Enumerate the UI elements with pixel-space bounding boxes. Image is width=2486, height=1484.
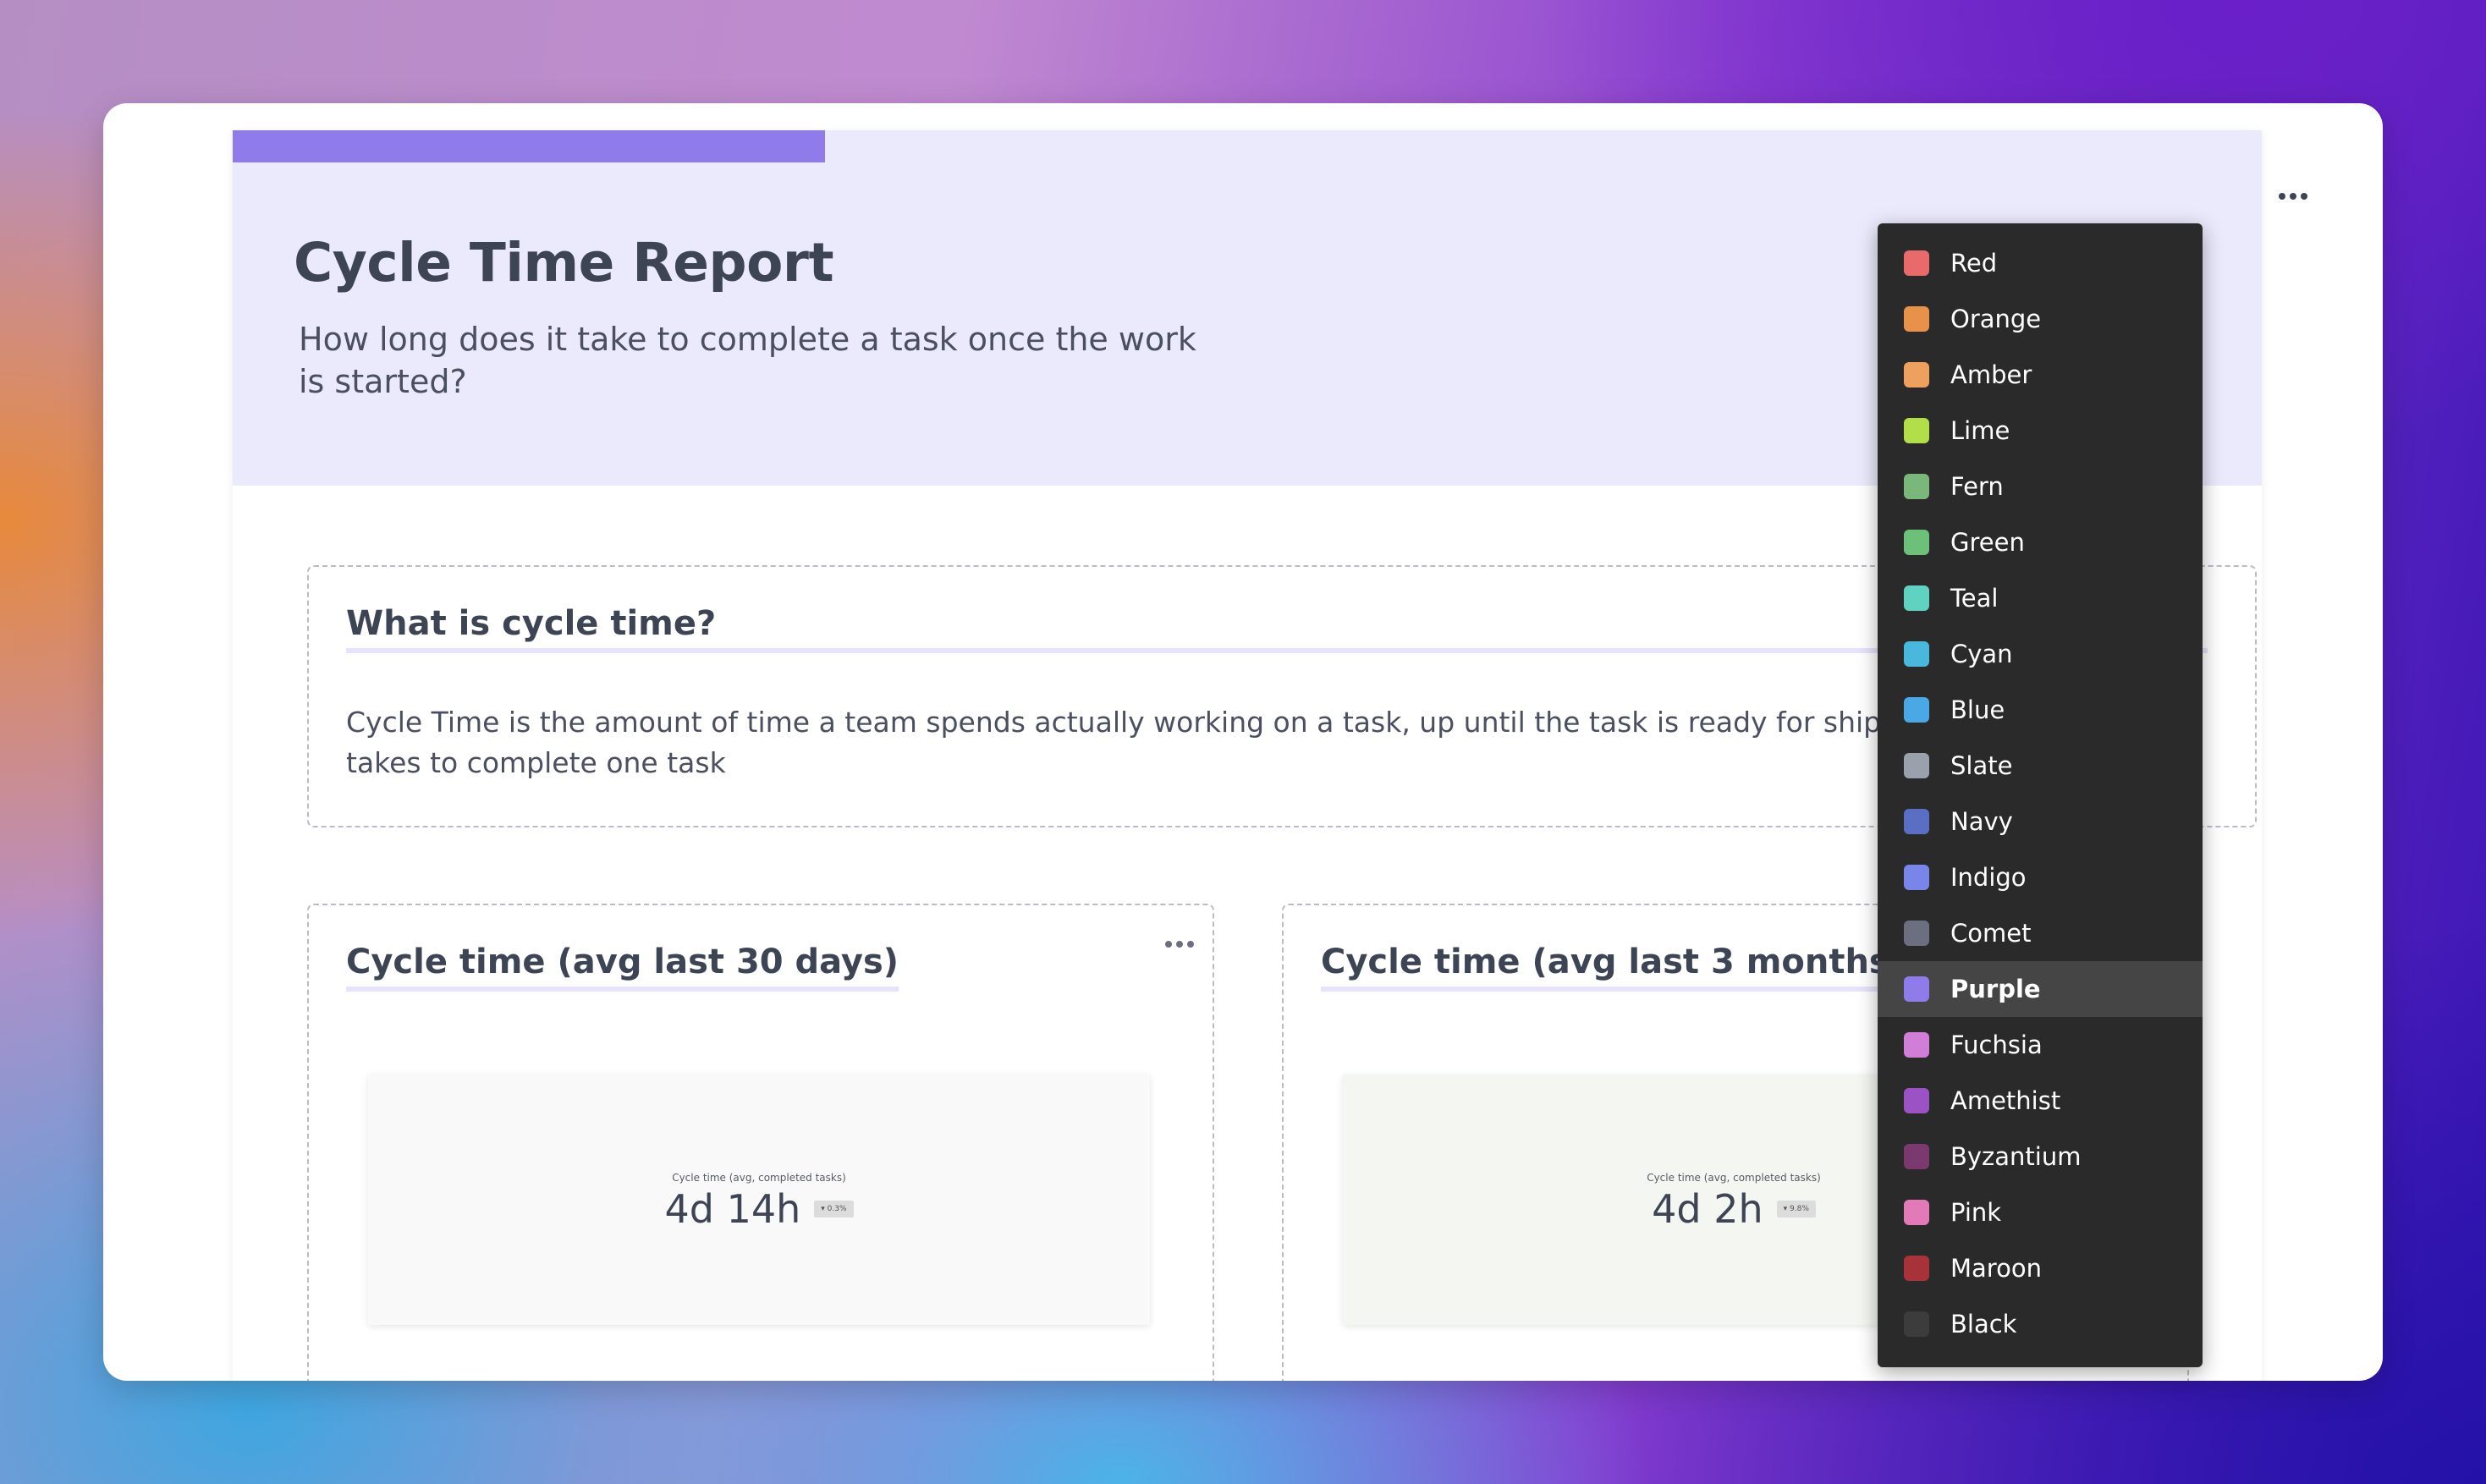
color-option-black[interactable]: Black	[1878, 1296, 2203, 1352]
color-option-label: Fern	[1950, 472, 2004, 501]
color-swatch-icon	[1904, 1200, 1929, 1225]
color-option-green[interactable]: Green	[1878, 514, 2203, 570]
color-option-label: Orange	[1950, 305, 2042, 333]
color-option-slate[interactable]: Slate	[1878, 738, 2203, 794]
color-picker-menu: Red Orange Amber Lime Fern Green Teal Cyan Blue S…	[1878, 223, 2203, 1367]
intro-card-body-line2: takes to complete one task	[346, 746, 726, 779]
metric-value: 4d 2h	[1652, 1186, 1763, 1232]
metric-label: Cycle time (avg, completed tasks)	[672, 1172, 846, 1184]
color-swatch-icon	[1904, 1144, 1929, 1169]
color-option-orange[interactable]: Orange	[1878, 291, 2203, 347]
color-option-teal[interactable]: Teal	[1878, 570, 2203, 626]
metric-card-heading: Cycle time (avg last 3 months)	[1321, 943, 1906, 992]
color-option-label: Amethist	[1950, 1086, 2061, 1115]
color-option-indigo[interactable]: Indigo	[1878, 849, 2203, 905]
color-swatch-icon	[1904, 530, 1929, 555]
trend-badge: ▾ 0.3%	[814, 1201, 854, 1217]
color-option-label: Black	[1950, 1310, 2017, 1338]
color-swatch-icon	[1904, 976, 1929, 1002]
color-option-label: Comet	[1950, 919, 2032, 948]
color-swatch-icon	[1904, 250, 1929, 276]
card-more-options-icon[interactable]	[1160, 936, 1199, 953]
color-option-amethist[interactable]: Amethist	[1878, 1073, 2203, 1129]
color-swatch-icon	[1904, 809, 1929, 834]
color-swatch-icon	[1904, 362, 1929, 387]
color-swatch-icon	[1904, 865, 1929, 890]
trend-badge: ▾ 9.8%	[1776, 1201, 1816, 1217]
color-option-comet[interactable]: Comet	[1878, 905, 2203, 961]
page-title: Cycle Time Report	[294, 232, 834, 294]
color-option-label: Indigo	[1950, 863, 2027, 892]
color-option-label: Blue	[1950, 695, 2005, 724]
color-option-label: Fuchsia	[1950, 1031, 2043, 1059]
metric-tile[interactable]: Cycle time (avg, completed tasks) 4d 14h…	[368, 1075, 1150, 1325]
color-option-blue[interactable]: Blue	[1878, 682, 2203, 738]
color-option-label: Cyan	[1950, 640, 2013, 668]
color-option-label: Pink	[1950, 1198, 2002, 1227]
color-option-label: Maroon	[1950, 1254, 2042, 1283]
color-swatch-icon	[1904, 1088, 1929, 1113]
color-option-cyan[interactable]: Cyan	[1878, 626, 2203, 682]
header-more-options-icon[interactable]	[2274, 188, 2313, 205]
color-swatch-icon	[1904, 641, 1929, 667]
color-option-label: Lime	[1950, 416, 2010, 445]
color-option-label: Red	[1950, 249, 1998, 278]
intro-card-body-line1: Cycle Time is the amount of time a team …	[346, 706, 1944, 739]
color-option-purple[interactable]: Purple	[1878, 961, 2203, 1017]
color-option-label: Navy	[1950, 807, 2013, 836]
color-option-fern[interactable]: Fern	[1878, 459, 2203, 514]
header-accent-bar	[233, 130, 825, 162]
color-swatch-icon	[1904, 474, 1929, 499]
color-swatch-icon	[1904, 753, 1929, 778]
color-option-label: Purple	[1950, 975, 2041, 1003]
color-option-maroon[interactable]: Maroon	[1878, 1240, 2203, 1296]
color-option-navy[interactable]: Navy	[1878, 794, 2203, 849]
color-option-label: Teal	[1950, 584, 1999, 613]
color-swatch-icon	[1904, 921, 1929, 946]
page-subtitle: How long does it take to complete a task…	[299, 321, 1196, 400]
color-option-lime[interactable]: Lime	[1878, 403, 2203, 459]
color-option-label: Byzantium	[1950, 1142, 2082, 1171]
color-option-fuchsia[interactable]: Fuchsia	[1878, 1017, 2203, 1073]
color-option-pink[interactable]: Pink	[1878, 1184, 2203, 1240]
color-swatch-icon	[1904, 1311, 1929, 1337]
color-swatch-icon	[1904, 418, 1929, 443]
color-swatch-icon	[1904, 1032, 1929, 1058]
color-swatch-icon	[1904, 306, 1929, 332]
color-option-byzantium[interactable]: Byzantium	[1878, 1129, 2203, 1184]
metric-card-30-days: Cycle time (avg last 30 days) Cycle time…	[307, 904, 1214, 1381]
color-swatch-icon	[1904, 1256, 1929, 1281]
color-option-amber[interactable]: Amber	[1878, 347, 2203, 403]
color-swatch-icon	[1904, 697, 1929, 723]
color-option-label: Amber	[1950, 360, 2032, 389]
metric-value: 4d 14h	[664, 1186, 801, 1232]
color-option-label: Slate	[1950, 751, 2013, 780]
metric-row: 4d 14h ▾ 0.3%	[368, 1186, 1150, 1232]
color-option-red[interactable]: Red	[1878, 235, 2203, 291]
color-swatch-icon	[1904, 585, 1929, 611]
metric-card-heading: Cycle time (avg last 30 days)	[346, 943, 899, 992]
color-option-label: Green	[1950, 528, 2025, 557]
